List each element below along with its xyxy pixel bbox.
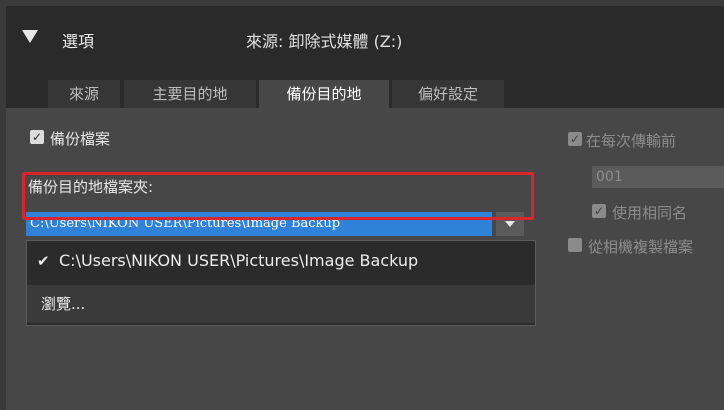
collapse-triangle-icon[interactable] xyxy=(22,30,38,43)
backup-files-label: 備份檔案 xyxy=(50,130,111,148)
backup-files-checkbox[interactable]: ✓ xyxy=(30,130,44,144)
rename-label: 在每次傳輸前 xyxy=(586,132,677,150)
tab-bar: 來源 主要目的地 備份目的地 偏好設定 xyxy=(6,68,724,108)
chevron-down-icon xyxy=(505,221,515,227)
tab-source[interactable]: 來源 xyxy=(48,80,120,108)
copy-from-camera-label: 從相機複製檔案 xyxy=(588,238,694,256)
option-label: 瀏覽... xyxy=(41,295,86,313)
number-field[interactable]: 001 xyxy=(592,166,724,188)
tab-backup-destination[interactable]: 備份目的地 xyxy=(259,80,389,108)
same-name-label: 使用相同名 xyxy=(612,204,688,222)
option-label: C:\Users\NIKON USER\Pictures\Image Backu… xyxy=(59,251,419,270)
dropdown-option-current[interactable]: ✔ C:\Users\NIKON USER\Pictures\Image Bac… xyxy=(27,241,535,281)
dropdown-option-browse[interactable]: 瀏覽... xyxy=(27,285,535,323)
dropdown-list: ✔ C:\Users\NIKON USER\Pictures\Image Bac… xyxy=(26,240,536,326)
tab-preferences[interactable]: 偏好設定 xyxy=(392,80,504,108)
same-name-checkbox[interactable]: ✓ xyxy=(592,204,606,218)
panel-header: 選項 來源: 卸除式媒體 (Z:) xyxy=(6,6,724,68)
check-icon: ✔ xyxy=(37,252,50,270)
source-label: 來源: 卸除式媒體 (Z:) xyxy=(246,32,403,51)
tab-primary-destination[interactable]: 主要目的地 xyxy=(124,80,256,108)
rename-checkbox[interactable]: ✓ xyxy=(568,132,582,146)
panel-title: 選項 xyxy=(62,32,95,51)
highlight-box xyxy=(22,172,534,220)
copy-from-camera-checkbox[interactable] xyxy=(568,238,582,252)
tab-content: ✓ 備份檔案 備份目的地檔案夾: C:\Users\NIKON USER\Pic… xyxy=(6,108,724,410)
